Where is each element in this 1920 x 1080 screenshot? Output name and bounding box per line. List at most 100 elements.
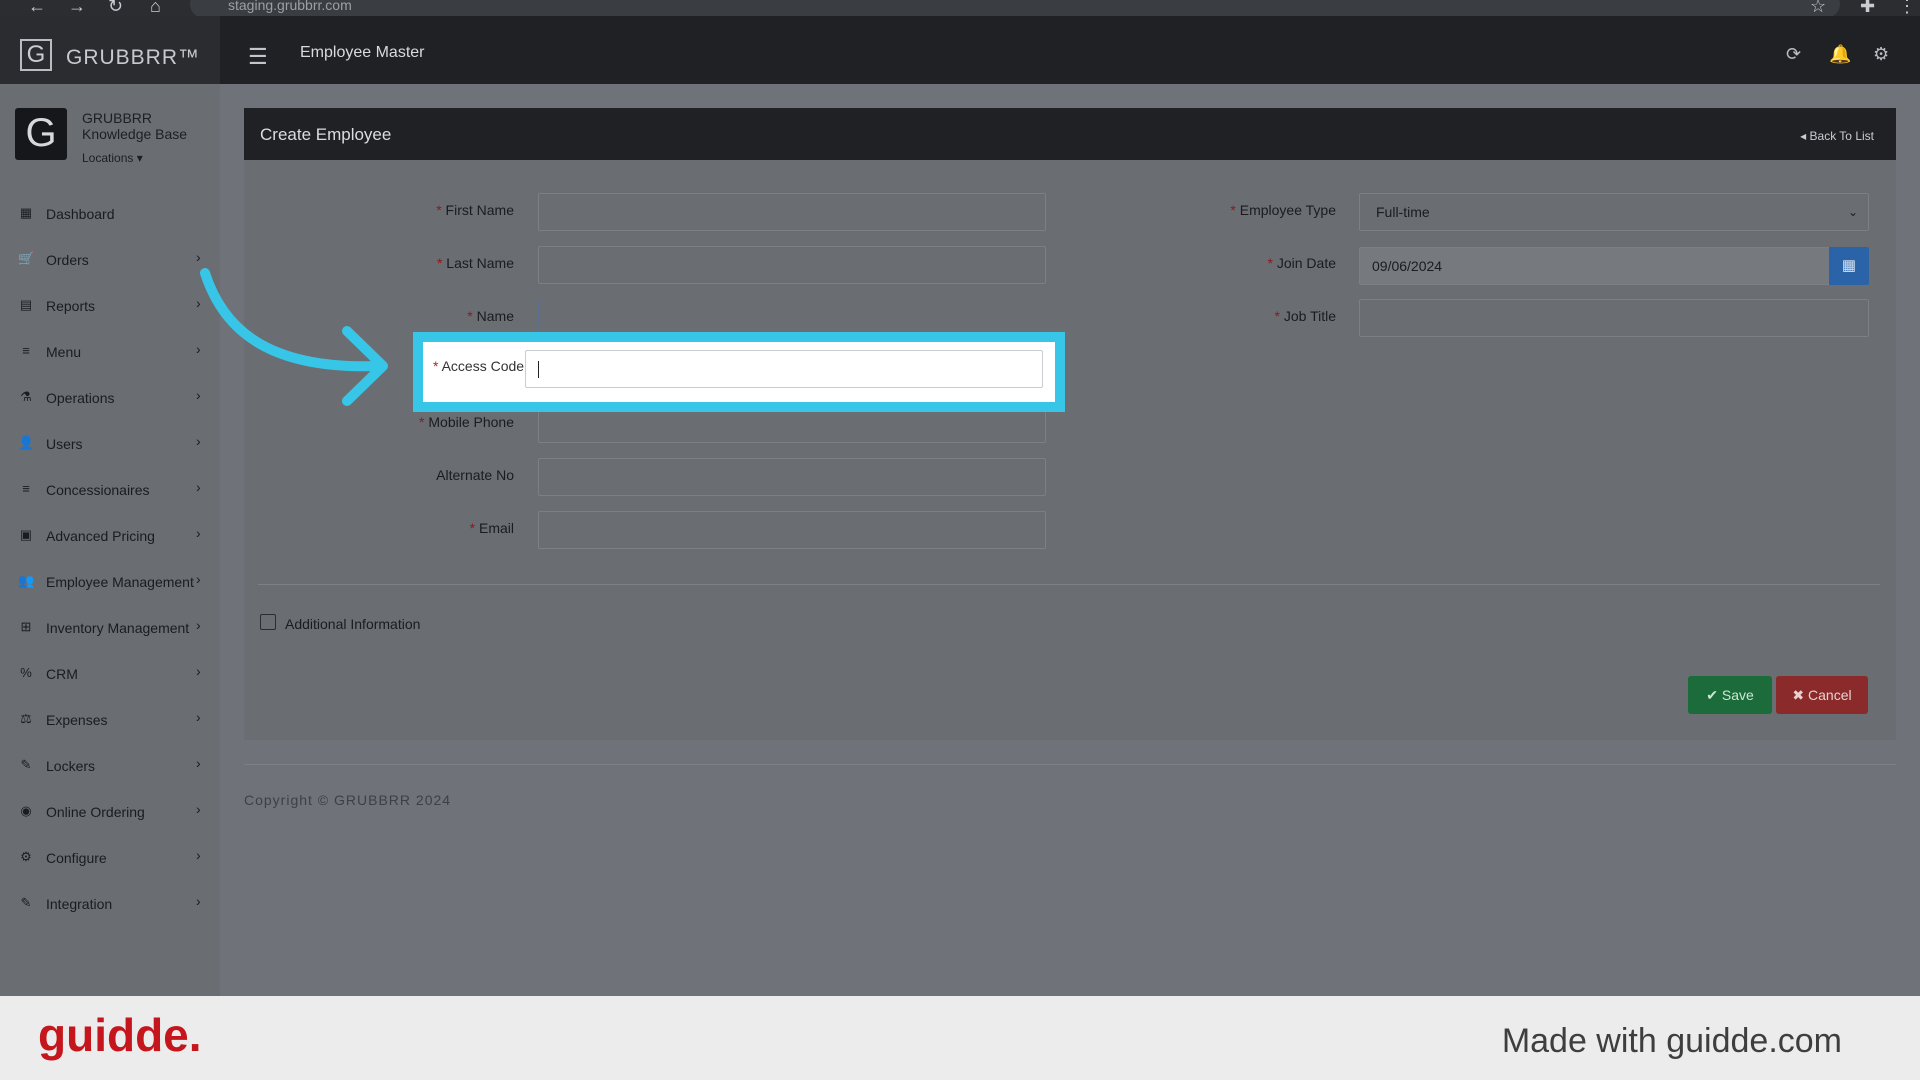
access-code-label: * Access Code [433,358,525,374]
chevron-right-icon: › [196,525,201,541]
online-ordering-icon: ◉ [20,803,32,818]
sidebar-item-label: Integration [46,896,113,912]
alternate-no-input[interactable] [538,458,1046,496]
sidebar: G GRUBBRR Knowledge Base Locations ▾ ▦ Da… [0,84,220,996]
crm-icon: % [20,665,32,680]
sidebar-item-label: Lockers [46,758,96,774]
sidebar-item-label: Expenses [46,712,108,728]
inventory-management-icon: ⊞ [20,619,32,634]
reload-icon[interactable]: ↻ [108,0,123,15]
lockers-icon: ✎ [20,757,32,772]
configure-icon: ⚙ [20,849,32,864]
panel-header: Create Employee ◂ Back To List [244,108,1896,160]
sidebar-item-label: Users [46,436,83,452]
locations-dropdown[interactable]: Locations ▾ [82,151,143,165]
chevron-right-icon: › [196,801,201,817]
advanced-pricing-icon: ▣ [19,527,33,542]
chevron-right-icon: › [196,847,201,863]
forward-icon[interactable]: → [68,0,86,15]
sidebar-item-label: Dashboard [46,206,115,222]
back-to-list-link[interactable]: ◂ Back To List [1800,129,1874,143]
mobile-phone-label: * Mobile Phone [419,414,514,430]
operations-icon: ⚗ [20,389,32,404]
additional-information-checkbox[interactable] [260,614,276,630]
bell-icon[interactable]: 🔔 [1829,44,1851,65]
sidebar-item-label: Online Ordering [46,804,145,820]
save-button[interactable]: ✔ Save [1688,676,1772,714]
text-caret [538,361,539,378]
sidebar-item-online-ordering[interactable]: ◉ Online Ordering › [0,792,220,832]
first-name-input[interactable] [538,193,1046,231]
access-code-highlight: * Access Code [413,332,1065,412]
sidebar-item-dashboard[interactable]: ▦ Dashboard [0,194,220,234]
additional-information-label[interactable]: Additional Information [285,616,420,632]
sidebar-item-label: Menu [46,344,82,360]
extensions-icon[interactable]: ✚ [1860,0,1875,15]
sidebar-item-advanced-pricing[interactable]: ▣ Advanced Pricing › [0,516,220,556]
sidebar-item-employee-management[interactable]: 👥 Employee Management › [0,562,220,602]
browser-toolbar: ← → ↻ ⌂ staging.grubbrr.com ☆ ✚ ⋮ [0,0,1920,18]
email-label: * Email [469,520,514,536]
sidebar-item-reports[interactable]: ▤ Reports › [0,286,220,326]
url-text[interactable]: staging.grubbrr.com [228,0,352,13]
brand-logo: G [15,108,67,160]
join-date-input[interactable]: 09/06/2024 [1359,247,1831,285]
email-input[interactable] [538,511,1046,549]
sidebar-item-configure[interactable]: ⚙ Configure › [0,838,220,878]
guidde-logo: guidde. [38,1009,202,1061]
back-icon[interactable]: ← [28,0,46,15]
form-divider [258,584,1880,585]
sidebar-item-lockers[interactable]: ✎ Lockers › [0,746,220,786]
guidde-footer: guidde. Made with guidde.com [0,996,1920,1080]
sidebar-item-label: Employee Management [46,574,194,590]
employee-management-icon: 👥 [18,573,35,588]
logo-text: GRUBBRR™ [66,46,201,69]
page-title: Employee Master [300,44,425,61]
sidebar-item-orders[interactable]: 🛒 Orders › [0,240,220,280]
chevron-right-icon: › [196,479,201,495]
sidebar-item-inventory-management[interactable]: ⊞ Inventory Management › [0,608,220,648]
job-title-input[interactable] [1359,299,1869,337]
chevron-down-icon: ⌄ [1847,205,1858,219]
first-name-label: * First Name [436,202,514,218]
top-header: G GRUBBRR™ ☰ Employee Master ⟳ 🔔 ⚙ [0,16,1920,84]
employee-type-select[interactable]: Full-time ⌄ [1359,193,1869,231]
chevron-right-icon: › [196,709,201,725]
copyright-text: Copyright © GRUBBRR 2024 [244,792,452,808]
sidebar-item-integration[interactable]: ✎ Integration › [0,884,220,924]
more-icon[interactable]: ⋮ [1898,0,1916,15]
sidebar-item-crm[interactable]: % CRM › [0,654,220,694]
cancel-button[interactable]: ✖ Cancel [1776,676,1868,714]
menu-toggle-icon[interactable]: ☰ [248,44,268,70]
users-icon: 👤 [18,435,35,450]
app-logo[interactable]: G GRUBBRR™ [0,16,220,84]
sidebar-item-operations[interactable]: ⚗ Operations › [0,378,220,418]
gear-icon[interactable]: ⚙ [1873,44,1889,65]
last-name-input[interactable] [538,246,1046,284]
expenses-icon: ⚖ [20,711,32,726]
sidebar-item-label: Reports [46,298,96,314]
calendar-icon[interactable]: ▦ [1829,247,1869,285]
sidebar-item-label: Configure [46,850,107,866]
star-icon[interactable]: ☆ [1810,0,1826,15]
chevron-right-icon: › [196,663,201,679]
access-code-input[interactable] [525,350,1043,388]
sidebar-item-menu[interactable]: ≡ Menu › [0,332,220,372]
panel-title: Create Employee [260,125,392,144]
integration-icon: ✎ [20,895,32,910]
home-icon[interactable]: ⌂ [150,0,161,15]
menu-icon: ≡ [22,343,30,358]
employee-type-label: * Employee Type [1230,202,1336,218]
pointer-arrow-icon [200,268,388,406]
sidebar-item-label: Advanced Pricing [46,528,155,544]
concessionaires-icon: ≡ [22,481,30,496]
chevron-right-icon: › [196,571,201,587]
made-with-guidde-text: Made with guidde.com [1501,1022,1842,1060]
sidebar-item-label: Orders [46,252,89,268]
job-title-label: * Job Title [1274,308,1336,324]
sidebar-item-users[interactable]: 👤 Users › [0,424,220,464]
sidebar-item-concessionaires[interactable]: ≡ Concessionaires › [0,470,220,510]
sidebar-item-expenses[interactable]: ⚖ Expenses › [0,700,220,740]
sidebar-item-label: Operations [46,390,115,406]
refresh-icon[interactable]: ⟳ [1786,44,1801,65]
